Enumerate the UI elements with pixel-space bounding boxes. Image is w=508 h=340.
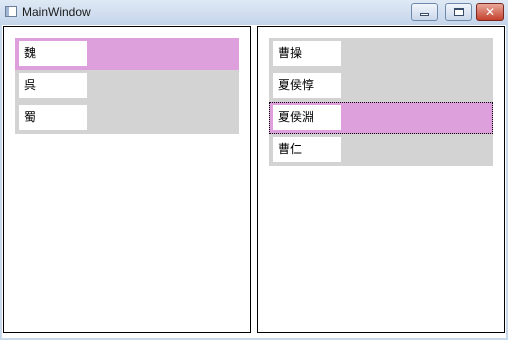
- minimize-button[interactable]: [411, 3, 438, 21]
- close-icon: ✕: [484, 5, 496, 19]
- list-item[interactable]: 曹仁: [269, 134, 493, 166]
- list-item-label: 魏: [19, 41, 87, 66]
- list-item-label: 夏侯惇: [273, 73, 341, 98]
- list-item[interactable]: 呉: [15, 70, 239, 102]
- window-client-area: 魏 呉 蜀 曹操 夏侯惇 夏侯淵 曹仁: [2, 25, 506, 338]
- list-item-label: 夏侯淵: [273, 105, 341, 130]
- list-item[interactable]: 夏侯淵: [269, 102, 493, 134]
- list-item[interactable]: 曹操: [269, 38, 493, 70]
- right-panel: 曹操 夏侯惇 夏侯淵 曹仁: [257, 26, 505, 333]
- list-item[interactable]: 蜀: [15, 102, 239, 134]
- right-listbox[interactable]: 曹操 夏侯惇 夏侯淵 曹仁: [269, 38, 493, 166]
- window-title: MainWindow: [22, 5, 91, 19]
- list-item-label: 曹操: [273, 41, 341, 66]
- list-item[interactable]: 夏侯惇: [269, 70, 493, 102]
- list-item-label: 呉: [19, 73, 87, 98]
- title-bar[interactable]: MainWindow ✕: [0, 0, 508, 25]
- list-item[interactable]: 魏: [15, 38, 239, 70]
- close-button[interactable]: ✕: [476, 3, 504, 21]
- maximize-button[interactable]: [445, 3, 472, 21]
- left-panel: 魏 呉 蜀: [3, 26, 251, 333]
- list-item-label: 曹仁: [273, 137, 341, 162]
- window-icon[interactable]: [5, 6, 17, 17]
- left-listbox[interactable]: 魏 呉 蜀: [15, 38, 239, 134]
- list-item-label: 蜀: [19, 105, 87, 130]
- maximize-icon: [454, 8, 464, 16]
- minimize-icon: [420, 13, 429, 16]
